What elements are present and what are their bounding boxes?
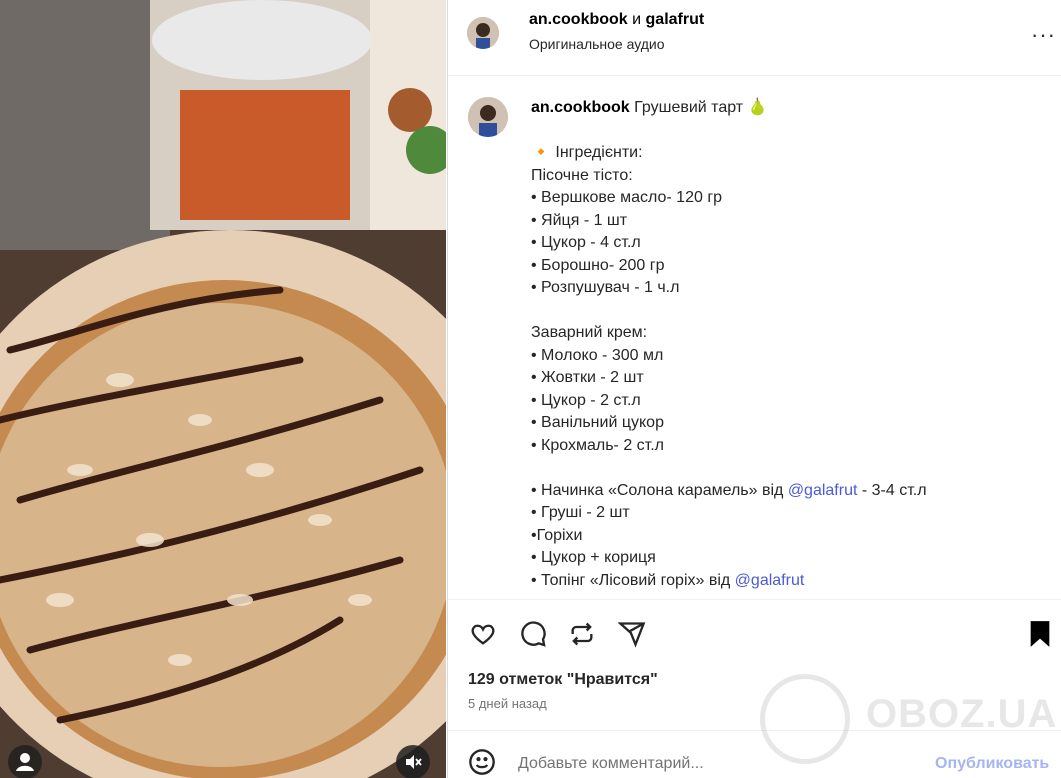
caption-line <box>531 120 1051 143</box>
author-link[interactable]: an.cookbook <box>529 11 628 28</box>
caption-line: 🔸 Інгредієнти: <box>531 144 643 161</box>
watermark: OBOZ.UA <box>760 668 1060 764</box>
watermark-text: OBOZ.UA <box>866 692 1058 736</box>
caption-filling-line: • Начинка «Солона карамель» від @galafru… <box>531 481 927 499</box>
mention-link[interactable]: @galafrut <box>735 572 805 589</box>
post-caption: an.cookbook Грушевий тарт 🍐 🔸 Інгредієнт… <box>448 77 1061 600</box>
caption-line: • Груші - 2 шт <box>531 504 630 521</box>
action-bar <box>448 600 1061 670</box>
caption-line: • Розпушувач - 1 ч.л <box>531 279 680 296</box>
like-icon[interactable] <box>467 618 499 650</box>
save-icon[interactable] <box>1024 618 1056 650</box>
caption-after-lines: • Груші - 2 шт •Горіхи • Цукор + кориця <box>531 502 1051 570</box>
repost-icon[interactable] <box>566 618 598 650</box>
audio-link[interactable]: Оригинальное аудио <box>529 36 665 52</box>
mention-link[interactable]: @galafrut <box>788 482 858 499</box>
post-timestamp[interactable]: 5 дней назад <box>468 696 547 711</box>
user-tag-icon[interactable] <box>8 745 42 778</box>
caption-line: Пісочне тісто: <box>531 166 633 184</box>
comment-icon[interactable] <box>517 618 549 650</box>
mute-icon[interactable] <box>396 745 430 778</box>
caption-topping-line: • Топінг «Лісовий горіх» від @galafrut <box>531 571 805 589</box>
post-authors: an.cookbook и galafrut <box>529 11 704 29</box>
caption-line: • Цукор - 2 ст.л <box>531 391 641 409</box>
caption-title: Грушевий тарт 🍐 <box>629 99 768 116</box>
caption-line: • Жовтки - 2 шт <box>531 369 644 386</box>
caption-line <box>531 300 1051 323</box>
caption-line: • Ванільний цукор <box>531 414 664 431</box>
post-panel: an.cookbook и galafrut Оригинальное ауди… <box>447 0 1061 778</box>
and-text: и <box>632 11 642 28</box>
emoji-icon[interactable] <box>468 748 496 776</box>
caption-line: • Крохмаль- 2 ст.л <box>531 436 665 454</box>
caption-line: • Цукор + кориця <box>531 549 656 566</box>
tart-photo <box>0 0 446 778</box>
watermark-logo <box>760 674 850 764</box>
caption-line: • Вершкове масло- 120 гр <box>531 189 723 206</box>
caption-lines: 🔸 Інгредієнти: Пісочне тісто: • Вершкове м… <box>531 120 1051 480</box>
avatar[interactable] <box>467 17 499 49</box>
caption-line: • Яйця - 1 шт <box>531 211 628 229</box>
likes-count[interactable]: 129 отметок "Нравится" <box>468 671 658 689</box>
caption-line: Заварний крем: <box>531 324 648 341</box>
caption-line: • Цукор - 4 ст.л <box>531 234 641 251</box>
caption-line: • Молоко - 300 мл <box>531 346 664 364</box>
post-header: an.cookbook и galafrut Оригинальное ауди… <box>448 0 1061 76</box>
caption-line: • Борошно- 200 гр <box>531 256 665 274</box>
share-icon[interactable] <box>616 618 648 650</box>
caption-author[interactable]: an.cookbook <box>531 99 630 116</box>
more-options-icon[interactable]: ··· <box>1031 22 1056 48</box>
comment-input[interactable]: Добавьте комментарий... <box>518 755 704 773</box>
coauthor-link[interactable]: galafrut <box>646 11 705 28</box>
caption-text: an.cookbook Грушевий тарт 🍐 🔸 Інгредієнт… <box>531 97 1051 592</box>
avatar[interactable] <box>468 97 508 137</box>
caption-line: •Горіхи <box>531 526 583 544</box>
caption-line <box>531 457 1051 480</box>
post-media[interactable] <box>0 0 446 778</box>
